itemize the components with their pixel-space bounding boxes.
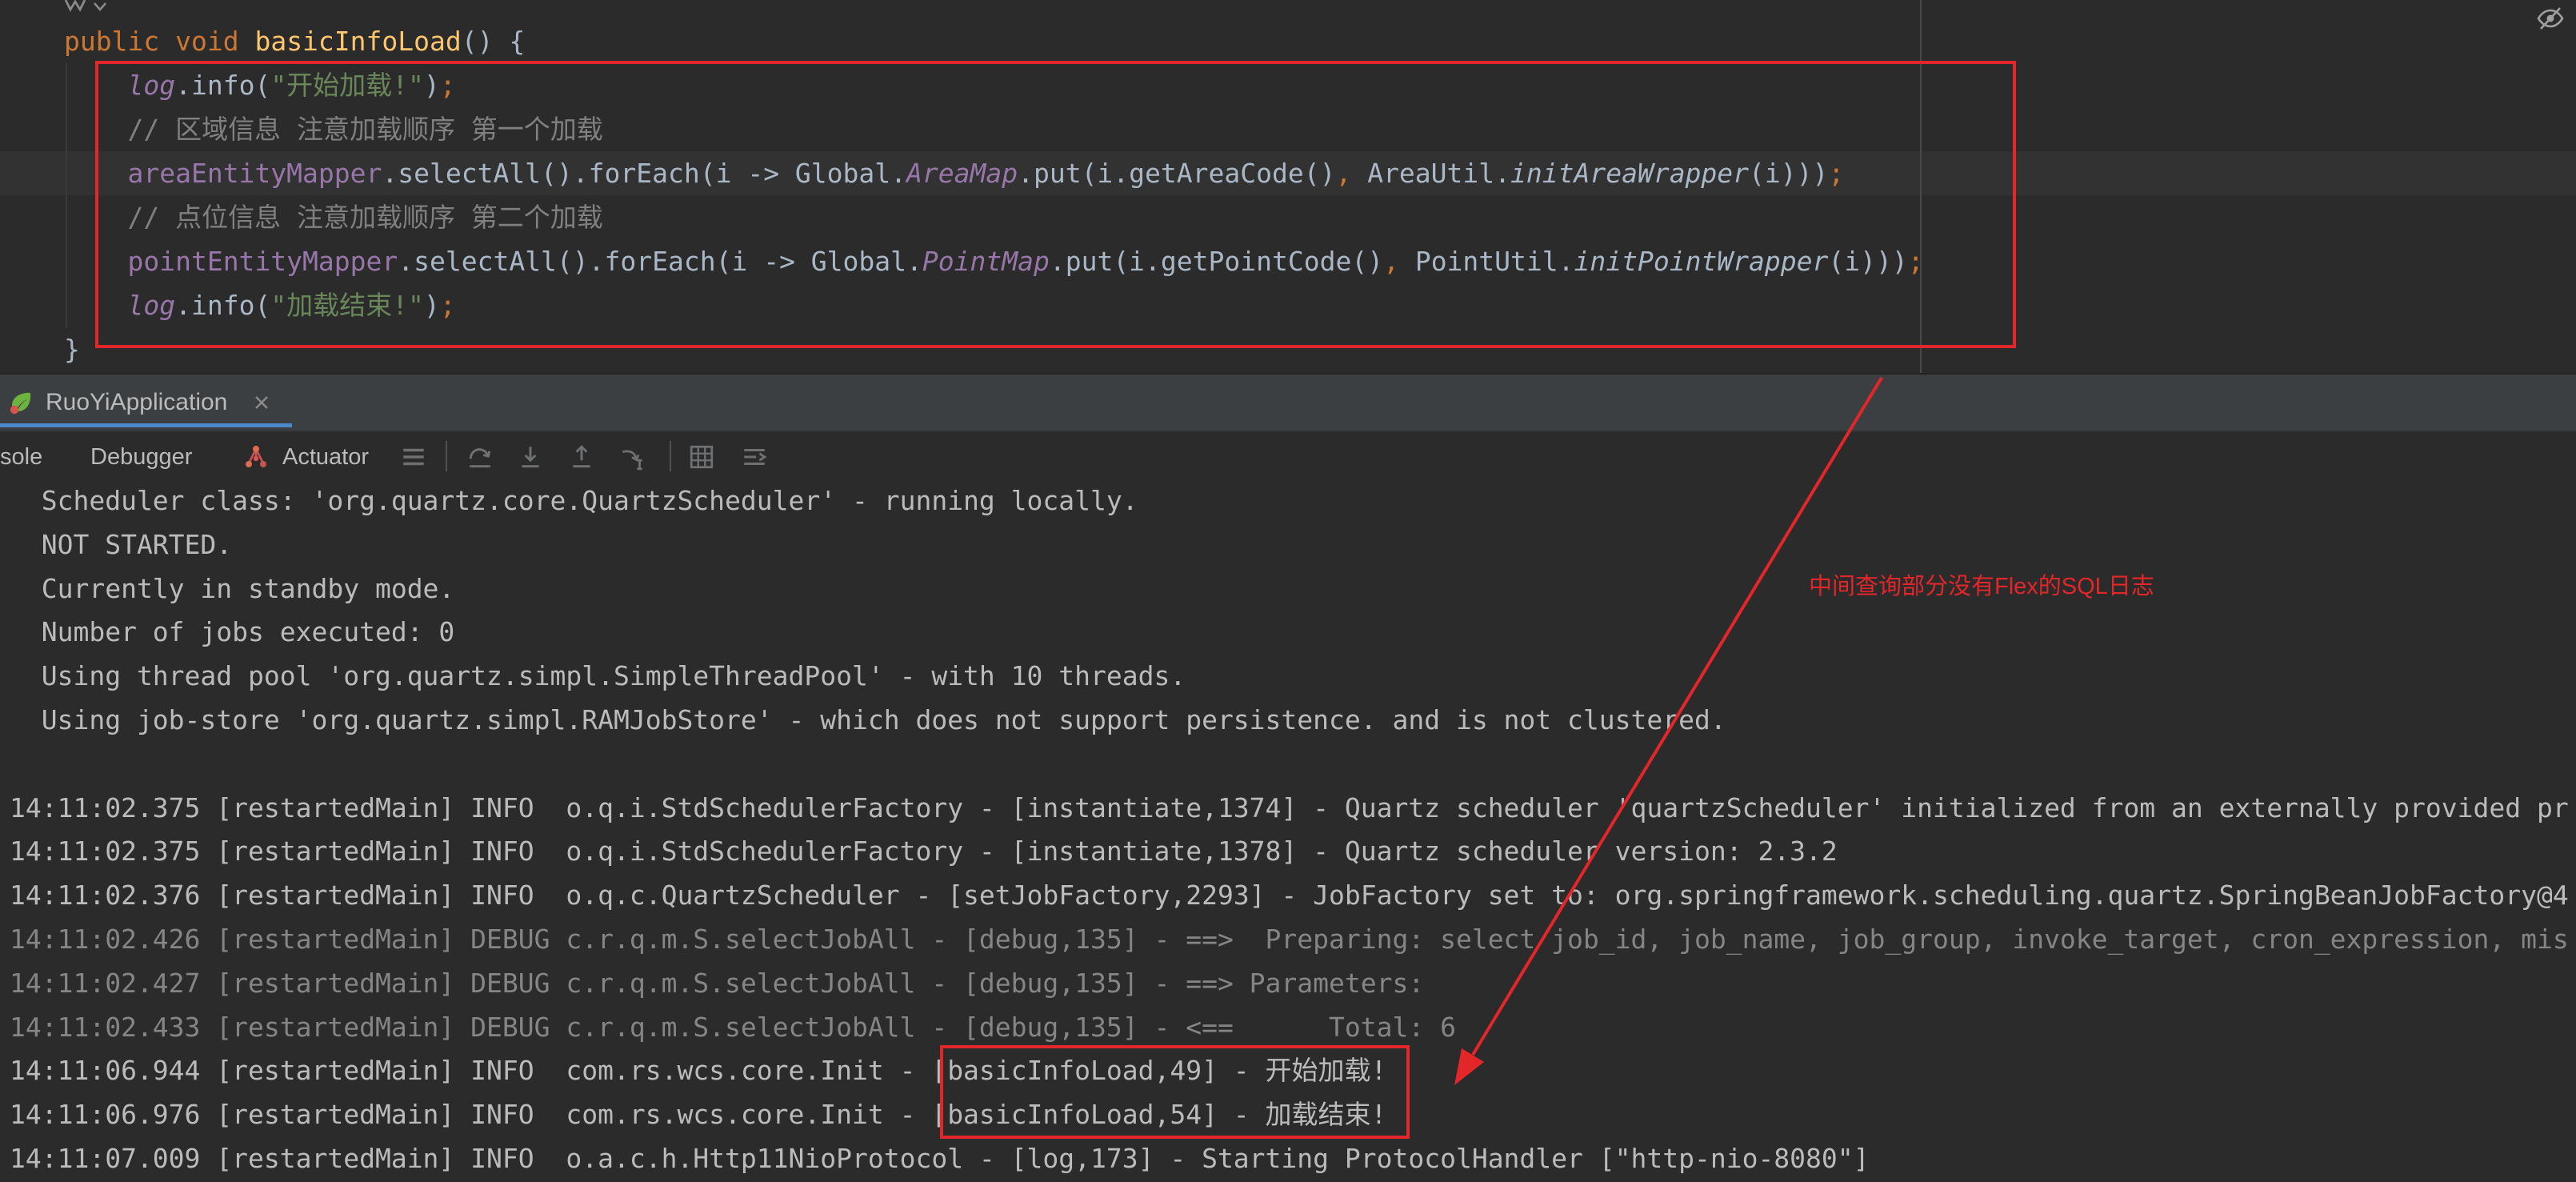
console-line: Currently in standby mode. bbox=[10, 572, 455, 604]
annotation-note: 中间查询部分没有Flex的SQL日志 bbox=[1809, 574, 2154, 599]
console-line: 14:11:02.427 [restartedMain] DEBUG c.r.q… bbox=[10, 967, 1441, 999]
console-line: 14:11:02.426 [restartedMain] DEBUG c.r.q… bbox=[10, 923, 2569, 955]
toolbar-separator bbox=[446, 441, 447, 471]
evaluate-expression-icon[interactable] bbox=[688, 443, 715, 471]
console-line: 14:11:02.376 [restartedMain] INFO o.q.c.… bbox=[10, 879, 2569, 912]
code-editor[interactable]: public void basicInfoLoad() { log.info("… bbox=[0, 0, 2576, 373]
tab-actuator[interactable]: Actuator bbox=[282, 443, 369, 471]
annotation-box-code bbox=[95, 61, 2016, 348]
console-line: 14:11:02.375 [restartedMain] INFO o.q.i.… bbox=[10, 791, 2569, 823]
actuator-icon[interactable] bbox=[243, 444, 269, 470]
console-line: Scheduler class: 'org.quartz.core.Quartz… bbox=[10, 485, 1138, 516]
tab-console[interactable]: sole bbox=[0, 443, 42, 471]
run-tool-window-header: RuoYiApplication bbox=[0, 375, 2576, 431]
console-line: 14:11:07.009 [restartedMain] INFO o.a.c.… bbox=[10, 1142, 1870, 1174]
run-to-cursor-icon[interactable] bbox=[619, 443, 646, 471]
spring-boot-icon bbox=[8, 390, 34, 415]
code-token: basicInfoLoad bbox=[254, 26, 462, 57]
code-line[interactable]: public void basicInfoLoad() { bbox=[64, 19, 2576, 63]
close-icon[interactable] bbox=[253, 394, 270, 411]
selected-tab-indicator bbox=[0, 423, 292, 427]
chevron-down-icon[interactable] bbox=[91, 0, 109, 14]
code-token: void bbox=[175, 26, 239, 57]
run-toolbar: sole Debugger Actuator bbox=[0, 431, 2576, 479]
annotation-box-console bbox=[940, 1045, 1410, 1139]
stream-trace-icon[interactable] bbox=[741, 443, 768, 471]
code-token: public bbox=[64, 26, 160, 57]
tab-ruoyi-application[interactable]: RuoYiApplication bbox=[0, 375, 292, 431]
code-author-icon[interactable] bbox=[61, 0, 90, 16]
code-token: } bbox=[64, 334, 80, 365]
step-into-icon[interactable] bbox=[517, 443, 544, 471]
threads-list-icon[interactable] bbox=[400, 443, 427, 471]
console-line: NOT STARTED. bbox=[10, 528, 233, 560]
code-token: () { bbox=[461, 26, 526, 57]
console-line: 14:11:02.433 [restartedMain] DEBUG c.r.q… bbox=[10, 1011, 1456, 1043]
toolbar-separator bbox=[670, 441, 671, 471]
step-over-icon[interactable] bbox=[466, 443, 494, 471]
console-line: Number of jobs executed: 0 bbox=[10, 616, 455, 648]
reader-mode-icon[interactable] bbox=[2536, 6, 2565, 30]
console-line: 14:11:02.375 [restartedMain] INFO o.q.i.… bbox=[10, 835, 1838, 867]
step-out-icon[interactable] bbox=[568, 443, 595, 471]
console-line: Using thread pool 'org.quartz.simpl.Simp… bbox=[10, 660, 1186, 692]
tab-label: RuoYiApplication bbox=[46, 389, 228, 415]
console-line: Using job-store 'org.quartz.simpl.RAMJob… bbox=[10, 703, 1726, 735]
tab-debugger[interactable]: Debugger bbox=[90, 443, 192, 471]
